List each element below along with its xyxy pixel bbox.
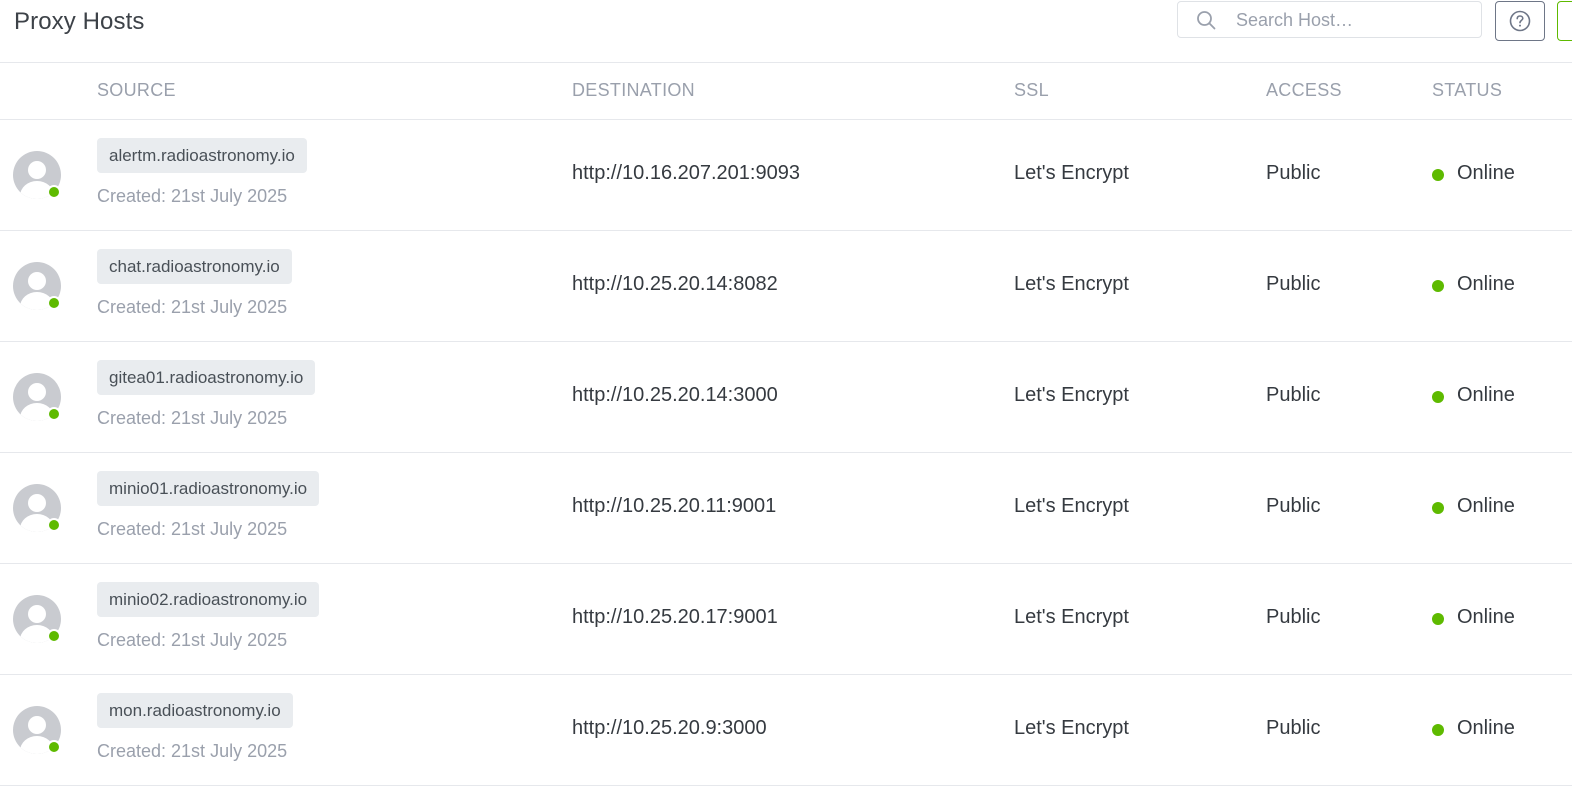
destination-url: http://10.25.20.17:9001 <box>572 606 778 628</box>
host-domain-tag[interactable]: chat.radioastronomy.io <box>97 249 292 284</box>
host-domain-tag[interactable]: gitea01.radioastronomy.io <box>97 360 316 395</box>
add-host-button[interactable] <box>1557 1 1572 41</box>
avatar-online-indicator <box>47 296 61 310</box>
status-text: Online <box>1457 273 1515 295</box>
ssl-provider: Let's Encrypt <box>1014 384 1129 406</box>
status-dot-icon <box>1432 169 1444 181</box>
destination-url: http://10.25.20.11:9001 <box>572 495 777 517</box>
access-level: Public <box>1266 717 1321 739</box>
destination-url: http://10.25.20.14:3000 <box>572 384 778 406</box>
ssl-provider: Let's Encrypt <box>1014 606 1129 628</box>
destination-url: http://10.25.20.14:8082 <box>572 273 778 295</box>
access-level: Public <box>1266 384 1321 406</box>
avatar-head <box>28 272 46 290</box>
ssl-provider: Let's Encrypt <box>1014 495 1129 517</box>
ssl-provider: Let's Encrypt <box>1014 162 1129 184</box>
help-button[interactable] <box>1495 1 1545 41</box>
destination-url: http://10.25.20.9:3000 <box>572 717 767 739</box>
access-level: Public <box>1266 606 1321 628</box>
search-icon <box>1197 11 1216 30</box>
status-text: Online <box>1457 384 1515 406</box>
host-domain-tag[interactable]: mon.radioastronomy.io <box>97 693 293 728</box>
status-text: Online <box>1457 162 1515 184</box>
created-date: Created: 21st July 2025 <box>97 630 288 650</box>
access-level: Public <box>1266 273 1321 295</box>
search-box[interactable] <box>1177 1 1482 38</box>
column-header-destination[interactable]: DESTINATION <box>572 80 695 101</box>
avatar-head <box>28 494 46 512</box>
status-dot-icon <box>1432 724 1444 736</box>
ssl-provider: Let's Encrypt <box>1014 273 1129 295</box>
created-date: Created: 21st July 2025 <box>97 186 288 206</box>
table-row[interactable]: chat.radioastronomy.io Created: 21st July… <box>0 231 1572 342</box>
table-row[interactable]: minio01.radioastronomy.io Created: 21st J… <box>0 453 1572 564</box>
avatar-online-indicator <box>47 629 61 643</box>
table-row[interactable]: minio02.radioastronomy.io Created: 21st J… <box>0 564 1572 675</box>
destination-url: http://10.16.207.201:9093 <box>572 162 800 184</box>
created-date: Created: 21st July 2025 <box>97 408 288 428</box>
host-domain-tag[interactable]: minio01.radioastronomy.io <box>97 471 320 506</box>
avatar-head <box>28 383 46 401</box>
access-level: Public <box>1266 162 1321 184</box>
table-row[interactable]: gitea01.radioastronomy.io Created: 21st J… <box>0 342 1572 453</box>
status-dot-icon <box>1432 613 1444 625</box>
status-dot-icon <box>1432 280 1444 292</box>
status-text: Online <box>1457 717 1515 739</box>
status-dot-icon <box>1432 391 1444 403</box>
avatar-head <box>28 605 46 623</box>
avatar-head <box>28 716 46 734</box>
avatar-head <box>28 161 46 179</box>
created-date: Created: 21st July 2025 <box>97 519 288 539</box>
status-text: Online <box>1457 495 1515 517</box>
avatar-online-indicator <box>47 407 61 421</box>
avatar-online-indicator <box>47 518 61 532</box>
search-input[interactable] <box>1236 8 1466 32</box>
avatar-online-indicator <box>47 740 61 754</box>
table-row[interactable]: alertm.radioastronomy.io Created: 21st Ju… <box>0 120 1572 231</box>
access-level: Public <box>1266 495 1321 517</box>
page-title: Proxy Hosts <box>14 8 145 35</box>
column-header-source[interactable]: SOURCE <box>97 80 176 101</box>
created-date: Created: 21st July 2025 <box>97 741 288 761</box>
help-circle-icon <box>1509 10 1531 32</box>
avatar-online-indicator <box>47 185 61 199</box>
host-domain-tag[interactable]: alertm.radioastronomy.io <box>97 138 307 173</box>
status-text: Online <box>1457 606 1515 628</box>
column-header-ssl[interactable]: SSL <box>1014 80 1049 101</box>
created-date: Created: 21st July 2025 <box>97 297 288 317</box>
status-dot-icon <box>1432 502 1444 514</box>
page-header: Proxy Hosts <box>0 0 1572 63</box>
column-header-status[interactable]: STATUS <box>1432 80 1502 101</box>
table-row[interactable]: mon.radioastronomy.io Created: 21st July … <box>0 675 1572 786</box>
host-domain-tag[interactable]: minio02.radioastronomy.io <box>97 582 320 617</box>
column-header-access[interactable]: ACCESS <box>1266 80 1342 101</box>
ssl-provider: Let's Encrypt <box>1014 717 1129 739</box>
